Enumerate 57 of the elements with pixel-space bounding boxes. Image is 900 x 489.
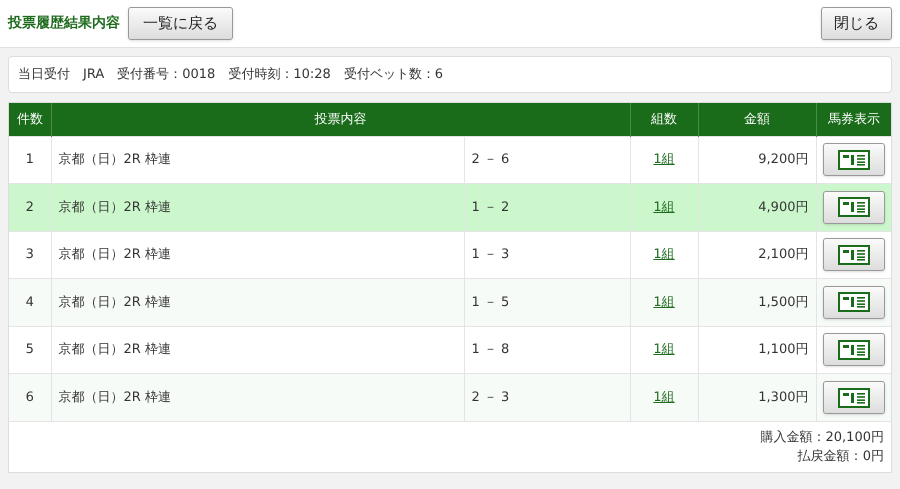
info-text: 受付時刻：10:28 (228, 66, 331, 84)
table-cell: 1,100円 (698, 326, 816, 374)
info-text: JRA (83, 66, 104, 84)
ticket-button[interactable] (822, 190, 885, 224)
table-cell: 1 － 8 (464, 326, 630, 374)
table-cell: 4 (9, 278, 51, 326)
table-cell: 京都（日）2R 枠連 (51, 136, 464, 184)
count-link[interactable]: 1組 (653, 152, 675, 167)
table-cell: 1,300円 (698, 374, 816, 421)
ticket-button[interactable] (822, 333, 885, 366)
ticket-icon (838, 150, 870, 170)
ticket-button[interactable] (822, 286, 885, 319)
table-cell: 京都（日）2R 枠連 (51, 278, 464, 326)
table-cell: 京都（日）2R 枠連 (51, 184, 464, 231)
table-cell: 1 － 2 (464, 184, 630, 231)
table-cell: 京都（日）2R 枠連 (51, 231, 464, 278)
table-cell: 1 (9, 136, 51, 184)
close-button[interactable]: 閉じる (821, 7, 892, 40)
count-link[interactable]: 1組 (653, 294, 675, 310)
table-cell: 2,100円 (698, 231, 816, 278)
count-link[interactable]: 1組 (653, 247, 675, 262)
info-text: 受付ベット数：6 (344, 66, 444, 84)
table-cell: 9,200円 (698, 136, 816, 184)
column-header: 馬券表示 (816, 103, 891, 136)
table-cell: 5 (9, 326, 51, 374)
count-link[interactable]: 1組 (653, 390, 675, 405)
column-header: 件数 (9, 103, 51, 136)
column-header: 組数 (630, 103, 698, 136)
ticket-button[interactable] (822, 143, 885, 176)
table-cell: 1 － 3 (464, 231, 630, 278)
column-header: 金額 (698, 103, 816, 136)
table-cell: 1,500円 (698, 278, 816, 326)
count-link[interactable]: 1組 (653, 342, 675, 357)
table-cell: 4,900円 (698, 184, 816, 231)
total-text: 払戻金額：0円 (798, 448, 884, 466)
ticket-icon (838, 292, 870, 312)
table-cell: 京都（日）2R 枠連 (51, 374, 464, 421)
table-cell: 2 － 3 (464, 374, 630, 421)
ticket-icon (838, 244, 870, 265)
ticket-icon (838, 340, 870, 360)
table-cell: 2 － 6 (464, 136, 630, 184)
back-button[interactable]: 一覧に戻る (128, 7, 233, 40)
total-text: 購入金額：20,100円 (760, 429, 884, 447)
ticket-button[interactable] (822, 381, 885, 414)
page-title: 投票履歴結果内容 (8, 14, 120, 33)
ticket-button[interactable] (822, 238, 885, 272)
info-text: 受付番号：0018 (117, 66, 216, 84)
table-cell: 2 (9, 184, 51, 231)
column-header: 投票内容 (51, 103, 630, 136)
table-cell: 6 (9, 374, 51, 421)
table-cell: 3 (9, 231, 51, 278)
ticket-icon (838, 197, 870, 218)
ticket-icon (838, 388, 870, 408)
count-link[interactable]: 1組 (653, 200, 675, 214)
info-text: 当日受付 (18, 66, 70, 84)
table-cell: 1 － 5 (464, 278, 630, 326)
table-cell: 京都（日）2R 枠連 (51, 326, 464, 374)
